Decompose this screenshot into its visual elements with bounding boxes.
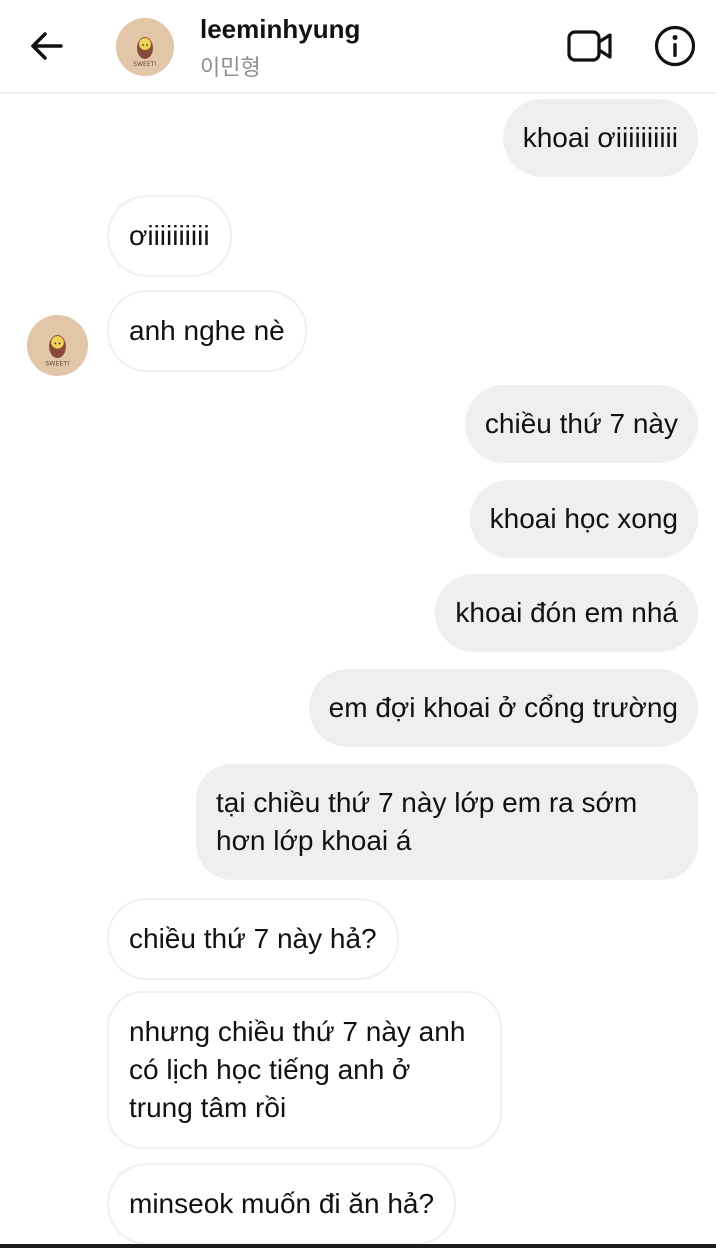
avatar[interactable]: SWEET! bbox=[116, 18, 174, 76]
bottom-divider bbox=[0, 1244, 716, 1248]
message-bubble-incoming[interactable]: anh nghe nè bbox=[107, 290, 307, 372]
sweet-potato-icon: SWEET! bbox=[116, 18, 174, 76]
message-bubble-incoming[interactable]: nhưng chiều thứ 7 này anh có lịch học ti… bbox=[107, 991, 502, 1149]
message-bubble-incoming[interactable]: ơiiiiiiiiii bbox=[107, 195, 232, 277]
message-bubble-outgoing[interactable]: khoai học xong bbox=[469, 480, 698, 558]
info-circle-icon bbox=[654, 25, 696, 67]
sweet-potato-icon: SWEET! bbox=[27, 315, 88, 376]
message-bubble-outgoing[interactable]: tại chiều thứ 7 này lớp em ra sớm hơn lớ… bbox=[196, 764, 698, 880]
contact-username[interactable]: leeminhyung bbox=[200, 14, 360, 45]
message-bubble-outgoing[interactable]: khoai ơiiiiiiiiii bbox=[502, 99, 698, 177]
video-camera-icon bbox=[567, 30, 612, 62]
message-bubble-incoming[interactable]: chiều thứ 7 này hả? bbox=[107, 898, 399, 980]
back-button[interactable] bbox=[26, 24, 66, 68]
info-button[interactable] bbox=[653, 24, 697, 68]
svg-text:SWEET!: SWEET! bbox=[45, 360, 70, 367]
arrow-left-icon bbox=[31, 32, 63, 60]
message-bubble-outgoing[interactable]: khoai đón em nhá bbox=[435, 574, 698, 652]
contact-subtitle: 이민형 bbox=[200, 56, 261, 81]
message-bubble-outgoing[interactable]: em đợi khoai ở cổng trường bbox=[308, 669, 698, 747]
sender-avatar[interactable]: SWEET! bbox=[27, 315, 88, 376]
video-call-button[interactable] bbox=[566, 26, 614, 66]
message-bubble-outgoing[interactable]: chiều thứ 7 này bbox=[464, 385, 698, 463]
message-bubble-incoming[interactable]: minseok muốn đi ăn hả? bbox=[107, 1163, 457, 1245]
svg-text:SWEET!: SWEET! bbox=[133, 61, 156, 68]
chat-header: SWEET! leeminhyung 이민형 bbox=[0, 0, 716, 94]
